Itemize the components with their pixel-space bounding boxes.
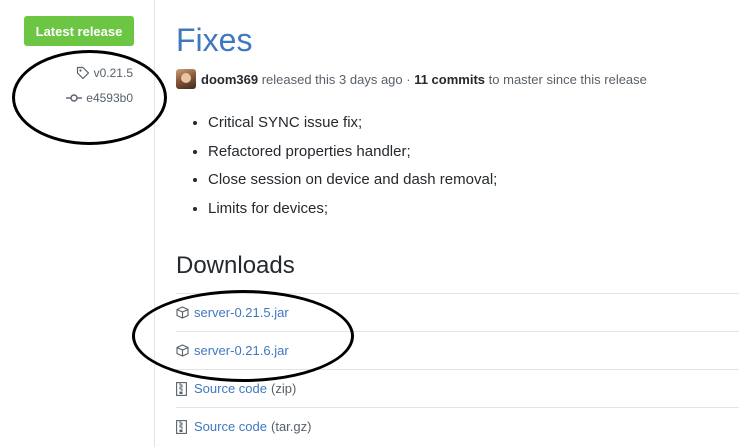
author-link[interactable]: doom369: [201, 72, 258, 87]
release-title[interactable]: Fixes: [176, 20, 252, 60]
downloads-heading: Downloads: [176, 252, 295, 279]
download-format: (tar.gz): [271, 419, 312, 434]
commits-link[interactable]: 11 commits: [414, 72, 485, 87]
release-commit[interactable]: e4593b0: [66, 91, 133, 105]
sidebar-divider: [154, 0, 155, 447]
download-link[interactable]: Source code: [194, 381, 267, 396]
list-item: Refactored properties handler;: [208, 140, 497, 169]
downloads-list: server-0.21.5.jar server-0.21.6.jar Sour…: [176, 293, 739, 445]
list-item: Limits for devices;: [208, 197, 497, 226]
download-link[interactable]: server-0.21.6.jar: [194, 343, 289, 358]
released-text: released this 3 days ago ·: [261, 71, 411, 87]
latest-release-badge: Latest release: [24, 16, 134, 46]
tag-label: v0.21.5: [93, 66, 133, 80]
avatar[interactable]: [176, 69, 196, 89]
download-format: (zip): [271, 381, 297, 396]
release-tag[interactable]: v0.21.5: [76, 66, 133, 80]
zip-icon: [176, 381, 190, 396]
package-icon: [176, 344, 190, 357]
commit-icon: [66, 93, 83, 103]
zip-icon: [176, 419, 190, 434]
list-item: Critical SYNC issue fix;: [208, 111, 497, 140]
release-byline: doom369 released this 3 days ago · 11 co…: [176, 69, 647, 89]
release-notes: Critical SYNC issue fix; Refactored prop…: [186, 111, 497, 225]
download-link[interactable]: Source code: [194, 419, 267, 434]
download-item[interactable]: server-0.21.6.jar: [176, 331, 739, 369]
download-item[interactable]: server-0.21.5.jar: [176, 293, 739, 331]
download-link[interactable]: server-0.21.5.jar: [194, 305, 289, 320]
since-text: to master since this release: [488, 71, 647, 87]
download-item[interactable]: Source code (tar.gz): [176, 407, 739, 445]
commit-label: e4593b0: [86, 91, 133, 105]
download-item[interactable]: Source code (zip): [176, 369, 739, 407]
tag-icon: [76, 66, 90, 80]
package-icon: [176, 306, 190, 319]
list-item: Close session on device and dash removal…: [208, 168, 497, 197]
